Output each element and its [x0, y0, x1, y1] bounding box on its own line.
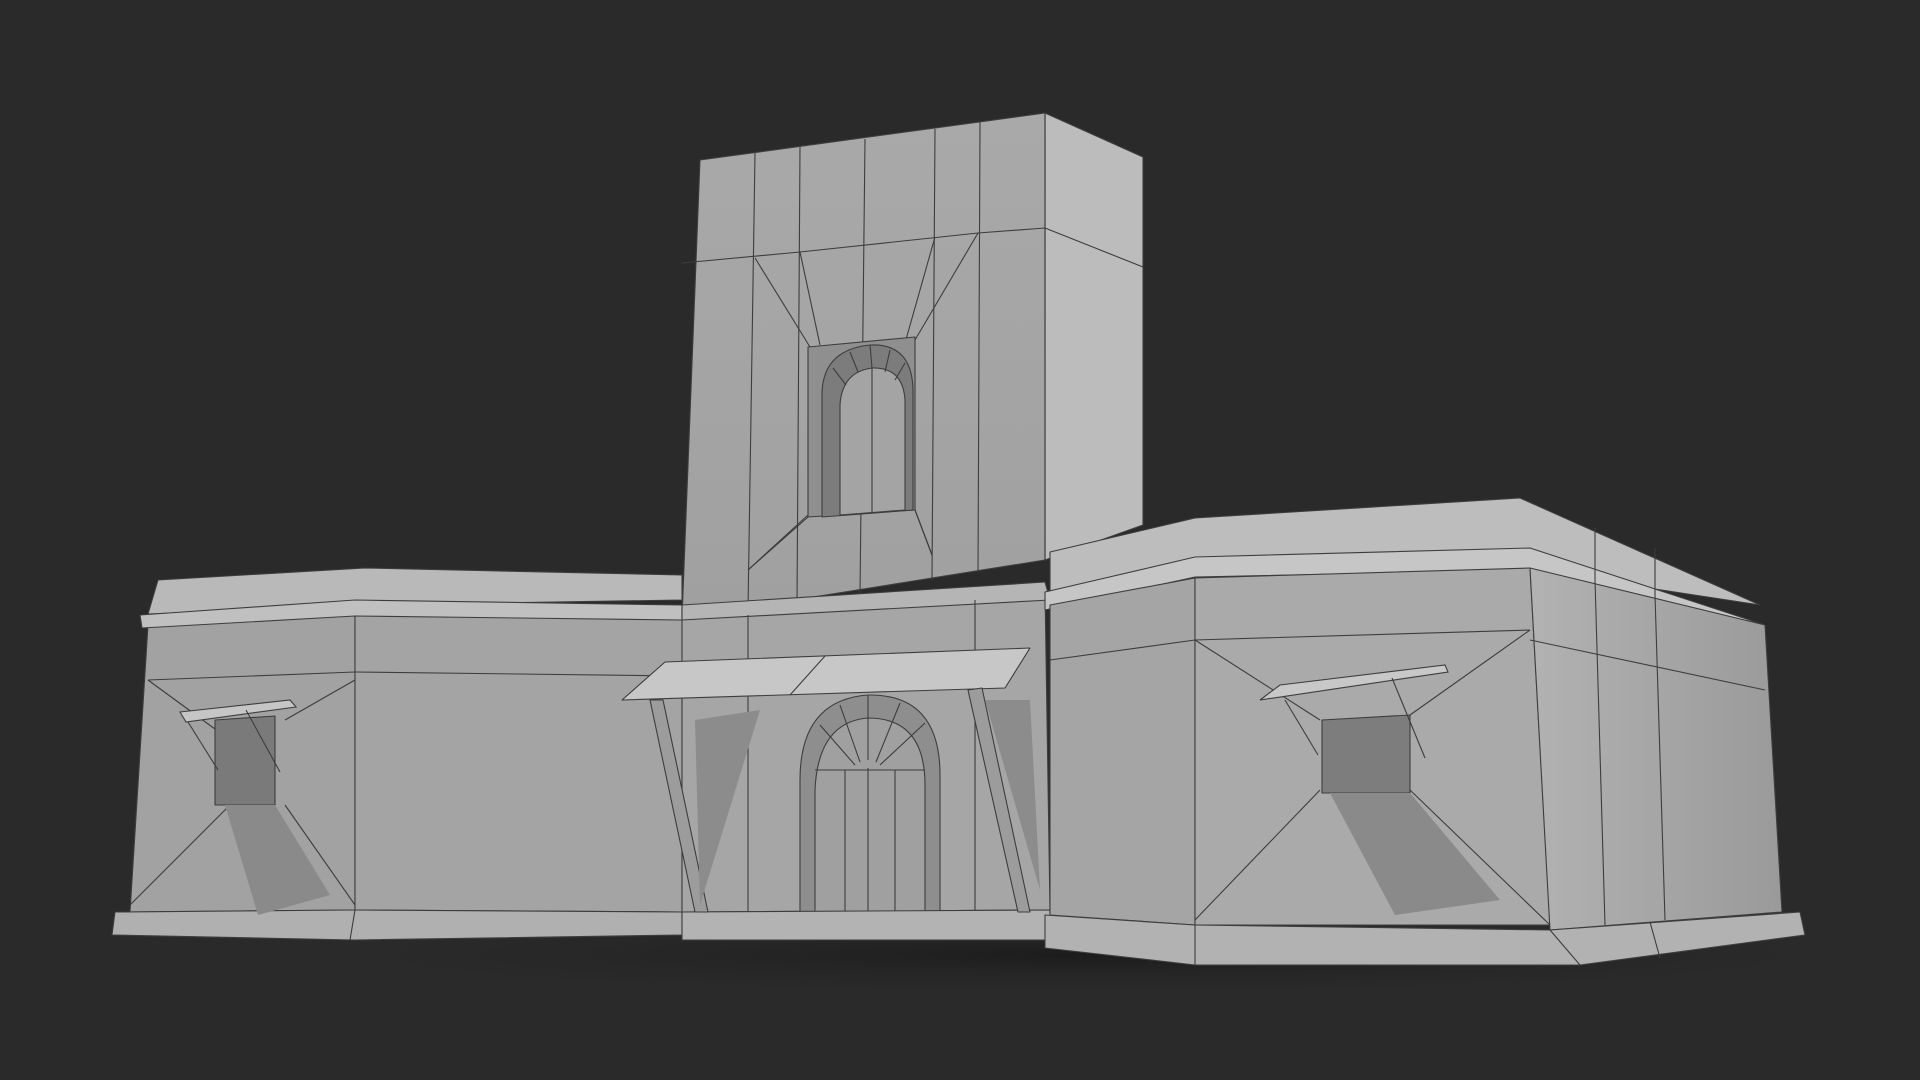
right-wing [1044, 497, 1806, 966]
central-tower [681, 112, 1144, 619]
building-render [111, 112, 1880, 1000]
left-wing [111, 567, 683, 941]
render-viewport [0, 0, 1920, 1080]
